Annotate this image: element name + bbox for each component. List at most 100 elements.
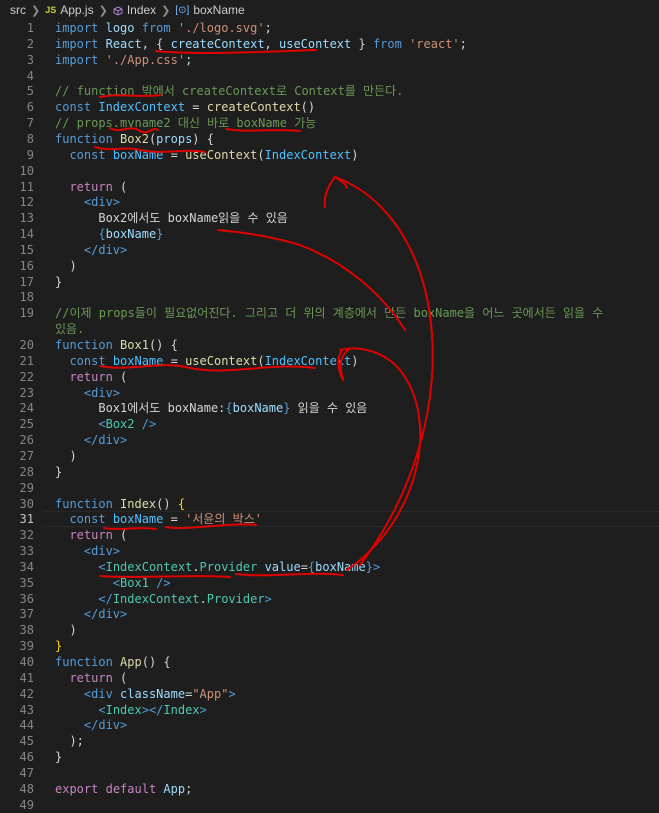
code-line[interactable]: 48 export default App; xyxy=(0,781,659,797)
line-code: <Box1 /> xyxy=(55,575,171,591)
code-token: Provider xyxy=(206,591,265,606)
line-number: 15 xyxy=(19,242,34,257)
code-line[interactable]: 24 Box1에서도 boxName:{boxName} 읽을 수 있음 xyxy=(0,400,659,416)
code-line[interactable]: 26 </div> xyxy=(0,432,659,448)
line-code: return ( xyxy=(55,179,127,195)
code-line[interactable]: 33 <div> xyxy=(0,543,659,559)
code-line[interactable]: 17} xyxy=(0,274,659,290)
code-token: App xyxy=(120,655,142,669)
code-line[interactable]: 2 import React, { createContext, useConte… xyxy=(0,36,659,52)
code-token: = xyxy=(300,559,308,574)
code-line[interactable]: 43 <Index></Index> xyxy=(0,702,659,718)
code-line[interactable]: 14 {boxName} xyxy=(0,226,659,242)
code-token: ( xyxy=(112,179,128,194)
breadcrumb-symbol[interactable]: boxName xyxy=(193,3,244,17)
code-line[interactable]: 6 const IndexContext = createContext() xyxy=(0,99,659,115)
line-number: 28 xyxy=(19,464,34,479)
line-number: 26 xyxy=(19,433,34,448)
code-line[interactable]: 20 function Box1() { xyxy=(0,337,659,353)
code-token: './logo.svg' xyxy=(177,21,265,35)
code-line[interactable]: 38 ) xyxy=(0,622,659,638)
code-line[interactable]: 36 </IndexContext.Provider> xyxy=(0,591,659,607)
code-line[interactable]: 7 // props.myname2 대신 바로 boxName 가능 xyxy=(0,115,659,131)
code-line[interactable]: 29 xyxy=(0,480,659,496)
line-number: 35 xyxy=(19,575,34,590)
code-line[interactable]: 41 return ( xyxy=(0,670,659,686)
code-line[interactable]: 21 const boxName = useContext(IndexConte… xyxy=(0,353,659,369)
code-line[interactable]: 9 const boxName = useContext(IndexContex… xyxy=(0,147,659,163)
code-line[interactable]: 34 <IndexContext.Provider value={boxName… xyxy=(0,559,659,575)
code-line[interactable]: 3 import './App.css'; xyxy=(0,52,659,68)
line-number: 17 xyxy=(19,274,34,289)
code-line[interactable]: 18 xyxy=(0,289,659,305)
line-number: 31 xyxy=(19,512,34,527)
code-line[interactable]: 27 ) xyxy=(0,448,659,464)
code-line[interactable]: 37 </div> xyxy=(0,606,659,622)
code-line[interactable]: 30 function Index() { xyxy=(0,496,659,512)
code-line[interactable]: 23 <div> xyxy=(0,385,659,401)
line-code: import React, { createContext, useContex… xyxy=(55,36,467,52)
code-line[interactable]: 46} xyxy=(0,749,659,765)
code-line[interactable]: 40 function App() { xyxy=(0,654,659,670)
code-line[interactable]: 25 <Box2 /> xyxy=(0,416,659,432)
breadcrumb-component[interactable]: Index xyxy=(127,3,156,17)
code-token: () xyxy=(156,496,178,511)
code-line[interactable]: 32 return ( xyxy=(0,527,659,543)
code-line[interactable]: 11 return ( xyxy=(0,179,659,195)
code-line[interactable]: 13 Box2에서도 boxName읽을 수 있음 xyxy=(0,210,659,226)
line-number: 9 xyxy=(26,147,34,162)
code-token: IndexContext xyxy=(264,353,352,368)
code-line[interactable]: 22 return ( xyxy=(0,369,659,385)
code-line[interactable]: 있음. xyxy=(0,321,659,337)
code-line[interactable]: 10 xyxy=(0,163,659,179)
variable-symbol-icon: [⊙] xyxy=(175,4,190,16)
code-line[interactable]: 15 </div> xyxy=(0,242,659,258)
chevron-right-icon: ❯ xyxy=(161,4,171,17)
code-line[interactable]: 31 const boxName = '서윤의 박스' xyxy=(0,511,659,528)
code-token: Box2에서도 boxName읽을 수 있음 xyxy=(98,211,288,226)
code-token: Provider xyxy=(199,559,258,574)
code-token: return xyxy=(69,179,113,194)
line-number: 39 xyxy=(19,639,34,654)
code-line[interactable]: 28} xyxy=(0,464,659,480)
code-line[interactable]: 49 xyxy=(0,797,659,813)
code-line[interactable]: 19 //이제 props들이 필요없어진다. 그리고 더 위의 계층에서 만든 … xyxy=(0,305,659,321)
code-token: ; xyxy=(459,36,467,51)
code-line[interactable]: 4 xyxy=(0,68,659,84)
code-token: App xyxy=(163,781,186,796)
code-line[interactable]: 44 </div> xyxy=(0,717,659,733)
code-editor[interactable]: 1 import logo from './logo.svg'; 2 import R… xyxy=(0,20,659,812)
code-token: ; xyxy=(264,21,272,35)
code-line[interactable]: 1 import logo from './logo.svg'; xyxy=(0,20,659,36)
line-code: function Index() { xyxy=(55,496,185,512)
code-line[interactable]: 47 xyxy=(0,765,659,781)
code-token: < xyxy=(112,575,121,590)
breadcrumb-folder[interactable]: src xyxy=(10,3,26,17)
code-token: props xyxy=(156,131,193,146)
code-line[interactable]: 8 function Box2(props) { xyxy=(0,131,659,147)
code-token: </ xyxy=(98,591,113,606)
code-line[interactable]: 42 <div className="App"> xyxy=(0,686,659,702)
code-line[interactable]: 5 // function 밖에서 createContext로 Context를… xyxy=(0,83,659,99)
code-line[interactable]: 39} xyxy=(0,638,659,654)
code-token: "App" xyxy=(192,686,229,701)
line-number: 14 xyxy=(19,227,34,242)
line-code: function Box1() { xyxy=(55,337,178,353)
line-number: 24 xyxy=(19,401,34,416)
code-token: export xyxy=(55,781,99,796)
line-number: 34 xyxy=(19,559,34,574)
code-line[interactable]: 35 <Box1 /> xyxy=(0,575,659,591)
code-line[interactable]: 45 ); xyxy=(0,733,659,749)
line-number: 46 xyxy=(19,750,34,765)
code-line[interactable]: 12 <div> xyxy=(0,194,659,210)
breadcrumb-file[interactable]: App.js xyxy=(60,3,93,17)
code-token: Box2 xyxy=(105,417,135,432)
code-line[interactable]: 16 ) xyxy=(0,258,659,274)
